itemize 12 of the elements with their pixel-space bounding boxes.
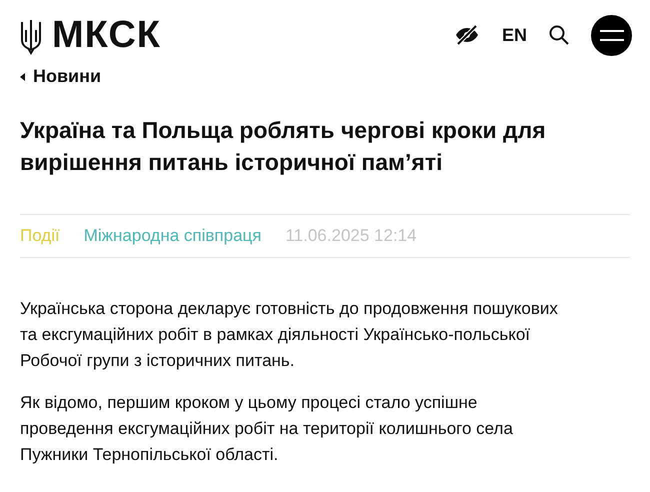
eye-slash-icon[interactable] <box>454 25 480 45</box>
article-paragraph: Як відомо, першим кроком у цьому процесі стало успішне проведення ексгумаційних робіт на території колишнього села Пужники Тернопільської області. <box>20 392 514 466</box>
article-title: Україна та Польща роблять чергові кроки для вирішення питань історичної пам’яті <box>20 116 547 177</box>
menu-button[interactable] <box>591 14 632 56</box>
language-link[interactable]: EN <box>502 22 527 48</box>
search-icon[interactable] <box>549 25 569 45</box>
trident-icon <box>20 18 42 56</box>
publish-date: 11.06.2025 12:14 <box>285 225 417 248</box>
logo-text: МКСК <box>52 16 161 54</box>
back-link[interactable]: Новини <box>20 63 630 90</box>
article-paragraph: Українська сторона декларує готовність до продовження пошукових та ексгумаційних робіт в рамках діяльності Українсько-польської Робочої групи з історичних питань. <box>20 298 559 372</box>
caret-icon <box>20 72 25 80</box>
